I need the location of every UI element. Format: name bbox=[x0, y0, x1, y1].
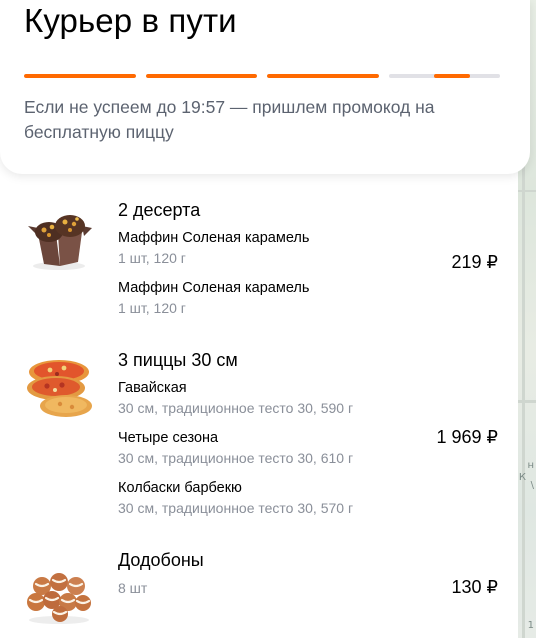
status-title: Курьер в пути bbox=[24, 2, 237, 39]
group-title: 2 десерта bbox=[118, 200, 201, 220]
order-group-pizzas[interactable]: 3 пиццы 30 см Гавайская 30 см, традицион… bbox=[0, 346, 518, 526]
pizza-icon bbox=[27, 360, 92, 417]
progress-fill bbox=[145, 74, 257, 78]
item-meta: 8 шт bbox=[118, 580, 148, 596]
map-label: 1 bbox=[527, 620, 534, 631]
buns-icon bbox=[27, 573, 91, 624]
item-meta: 30 см, традиционное тесто 30, 610 г bbox=[118, 450, 354, 466]
item-name: Маффин Соленая карамель bbox=[118, 280, 310, 296]
item-meta: 1 шт, 120 г bbox=[118, 250, 186, 266]
progress-fill bbox=[267, 74, 379, 78]
group-title: Додобоны bbox=[118, 550, 204, 570]
item-meta: 1 шт, 120 г bbox=[118, 300, 186, 316]
map-label: н bbox=[527, 460, 534, 471]
map-label: К bbox=[518, 472, 526, 483]
item-name: Четыре сезона bbox=[118, 430, 219, 446]
item-name: Колбаски барбекю bbox=[118, 480, 242, 496]
order-group-desserts[interactable]: 2 десерта Маффин Соленая карамель 1 шт, … bbox=[0, 196, 518, 326]
map-label: \ bbox=[530, 480, 534, 491]
order-group-dodobons[interactable]: Додобоны 8 шт 130 ₽ bbox=[0, 546, 518, 626]
group-price: 1 969 ₽ bbox=[436, 427, 499, 447]
order-items-list: 2 десерта Маффин Соленая карамель 1 шт, … bbox=[0, 174, 518, 638]
progress-segment bbox=[24, 74, 136, 78]
progress-segment bbox=[267, 74, 379, 78]
progress-segment bbox=[145, 74, 257, 78]
group-price: 130 ₽ bbox=[451, 577, 499, 597]
group-title: 3 пиццы 30 см bbox=[118, 350, 238, 370]
delivery-progress-bar bbox=[24, 74, 500, 78]
item-meta: 30 см, традиционное тесто 30, 590 г bbox=[118, 400, 354, 416]
item-name: Гавайская bbox=[118, 380, 187, 396]
item-meta: 30 см, традиционное тесто 30, 570 г bbox=[118, 500, 354, 516]
status-subtitle: Если не успеем до 19:57 — пришлем промок… bbox=[24, 97, 435, 142]
progress-segment bbox=[388, 74, 500, 78]
order-status-card: Курьер в пути Если не успеем до 19:57 — … bbox=[0, 0, 530, 174]
progress-fill bbox=[24, 74, 136, 78]
item-name: Маффин Соленая карамель bbox=[118, 230, 310, 246]
progress-fill bbox=[433, 74, 470, 78]
group-price: 219 ₽ bbox=[451, 252, 499, 272]
muffin-icon bbox=[28, 215, 92, 270]
